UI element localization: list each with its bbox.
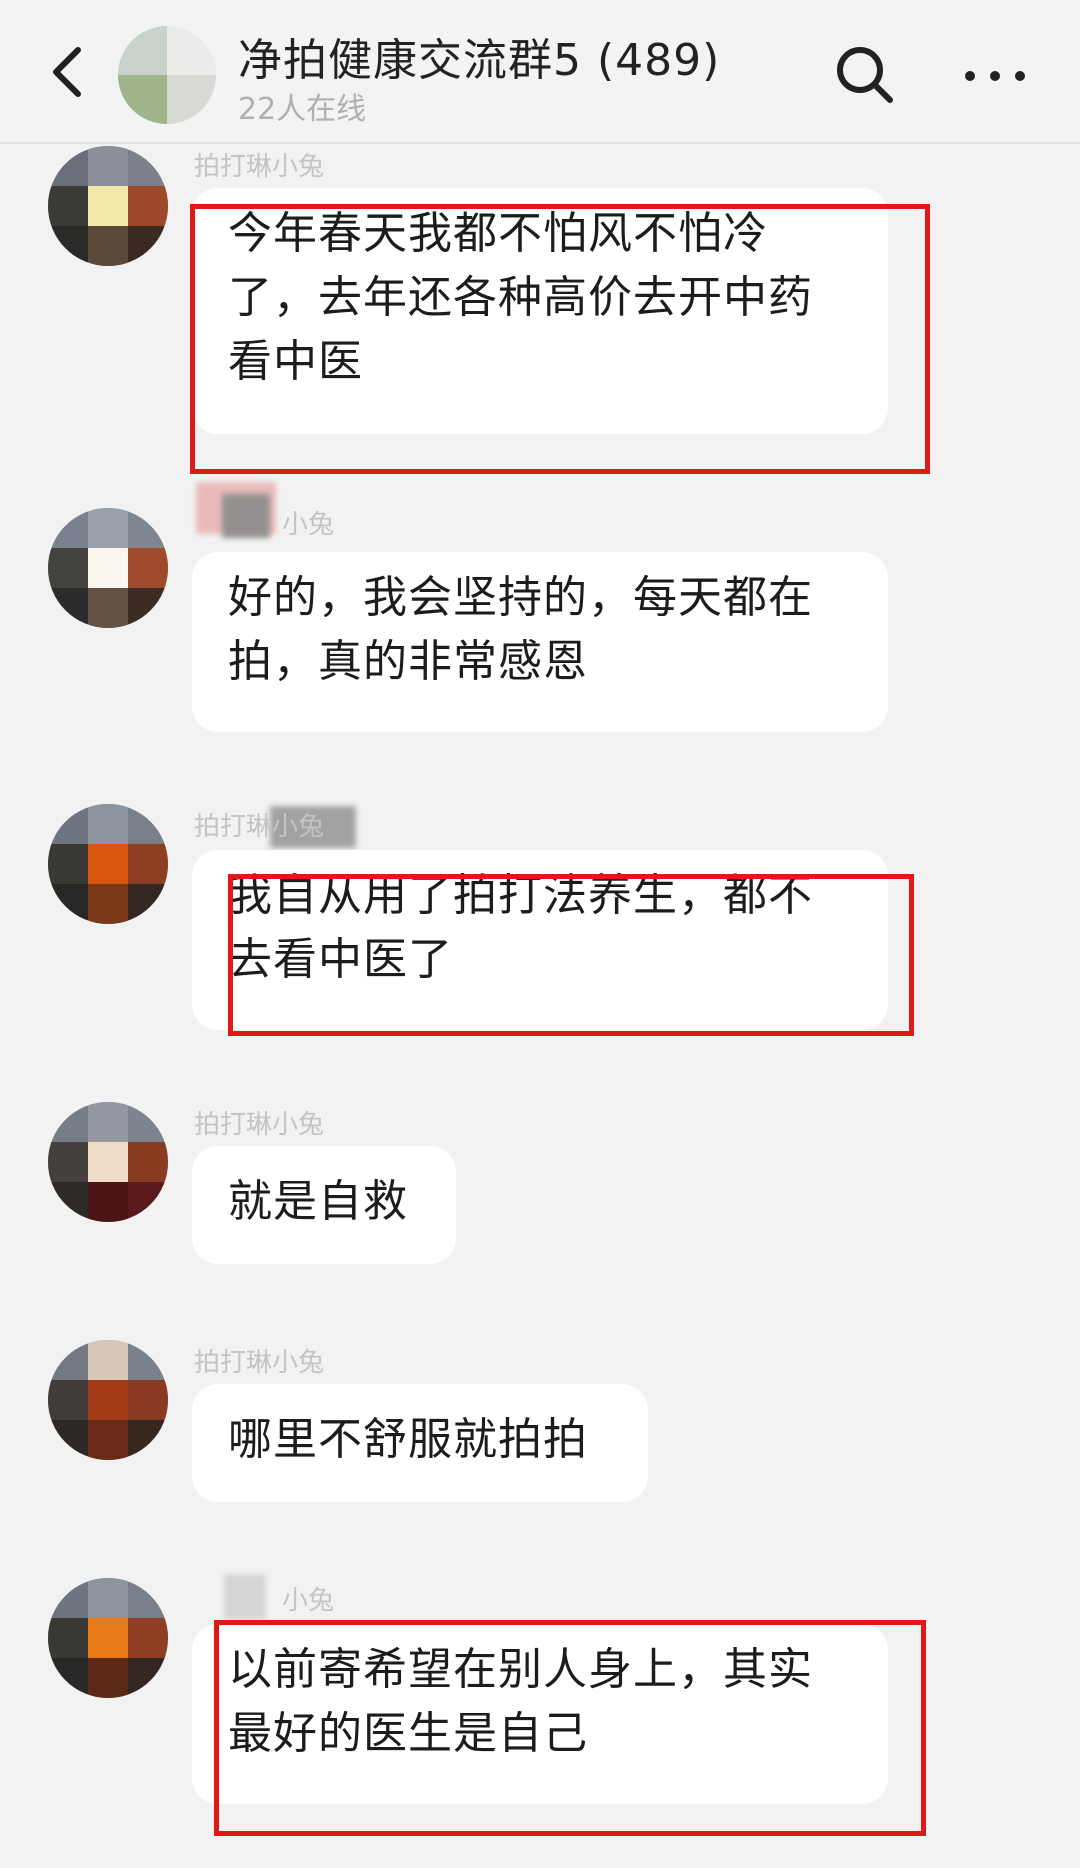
chat-header: 净拍健康交流群5 (489) 22人在线 — [0, 0, 1080, 144]
more-button[interactable] — [960, 54, 1030, 98]
group-title: 净拍健康交流群5 (489) — [238, 35, 721, 86]
message-text: 看中医 — [228, 336, 363, 387]
redacted-name — [222, 494, 270, 538]
message-bubble[interactable]: 好的，我会坚持的，每天都在 拍，真的非常感恩 — [192, 552, 888, 732]
message-bubble[interactable]: 今年春天我都不怕风不怕冷 了，去年还各种高价去开中药 看中医 — [192, 188, 888, 434]
sender-avatar[interactable] — [48, 1102, 168, 1222]
redacted-name — [224, 1574, 266, 1620]
sender-name: 小兔 — [282, 1586, 335, 1616]
message-text: 好的，我会坚持的，每天都在 — [228, 572, 813, 623]
message-text: 了，去年还各种高价去开中药 — [228, 272, 813, 323]
message-text: 就是自救 — [228, 1176, 408, 1227]
sender-name: 拍打琳小兔 — [194, 1110, 325, 1140]
message-bubble[interactable]: 以前寄希望在别人身上，其实 最好的医生是自己 — [192, 1624, 888, 1804]
search-button[interactable] — [832, 42, 896, 106]
chevron-left-icon — [53, 47, 81, 97]
message-text: 今年春天我都不怕风不怕冷 — [228, 208, 768, 259]
online-count: 22人在线 — [238, 92, 367, 127]
sender-avatar[interactable] — [48, 1340, 168, 1460]
search-icon — [837, 47, 893, 103]
more-dots-icon — [965, 71, 1025, 81]
back-button[interactable] — [40, 36, 100, 108]
message-text: 我自从用了拍打法养生，都不 — [228, 870, 813, 921]
group-avatar[interactable] — [118, 26, 216, 124]
message-text: 拍，真的非常感恩 — [228, 636, 588, 687]
message-bubble[interactable]: 就是自救 — [192, 1146, 456, 1264]
sender-avatar[interactable] — [48, 146, 168, 266]
sender-name: 小兔 — [282, 510, 335, 540]
message-text: 最好的医生是自己 — [228, 1708, 588, 1759]
message-text: 哪里不舒服就拍拍 — [228, 1414, 588, 1465]
message-text: 以前寄希望在别人身上，其实 — [228, 1644, 813, 1695]
message-bubble[interactable]: 哪里不舒服就拍拍 — [192, 1384, 648, 1502]
message-bubble[interactable]: 我自从用了拍打法养生，都不 去看中医了 — [192, 850, 888, 1030]
message-text: 去看中医了 — [228, 934, 453, 985]
sender-avatar[interactable] — [48, 1578, 168, 1698]
sender-name: 拍打琳小兔 — [194, 1348, 325, 1378]
sender-name: 拍打琳小兔 — [194, 812, 325, 842]
sender-avatar[interactable] — [48, 804, 168, 924]
sender-avatar[interactable] — [48, 508, 168, 628]
sender-name: 拍打琳小兔 — [194, 152, 325, 182]
